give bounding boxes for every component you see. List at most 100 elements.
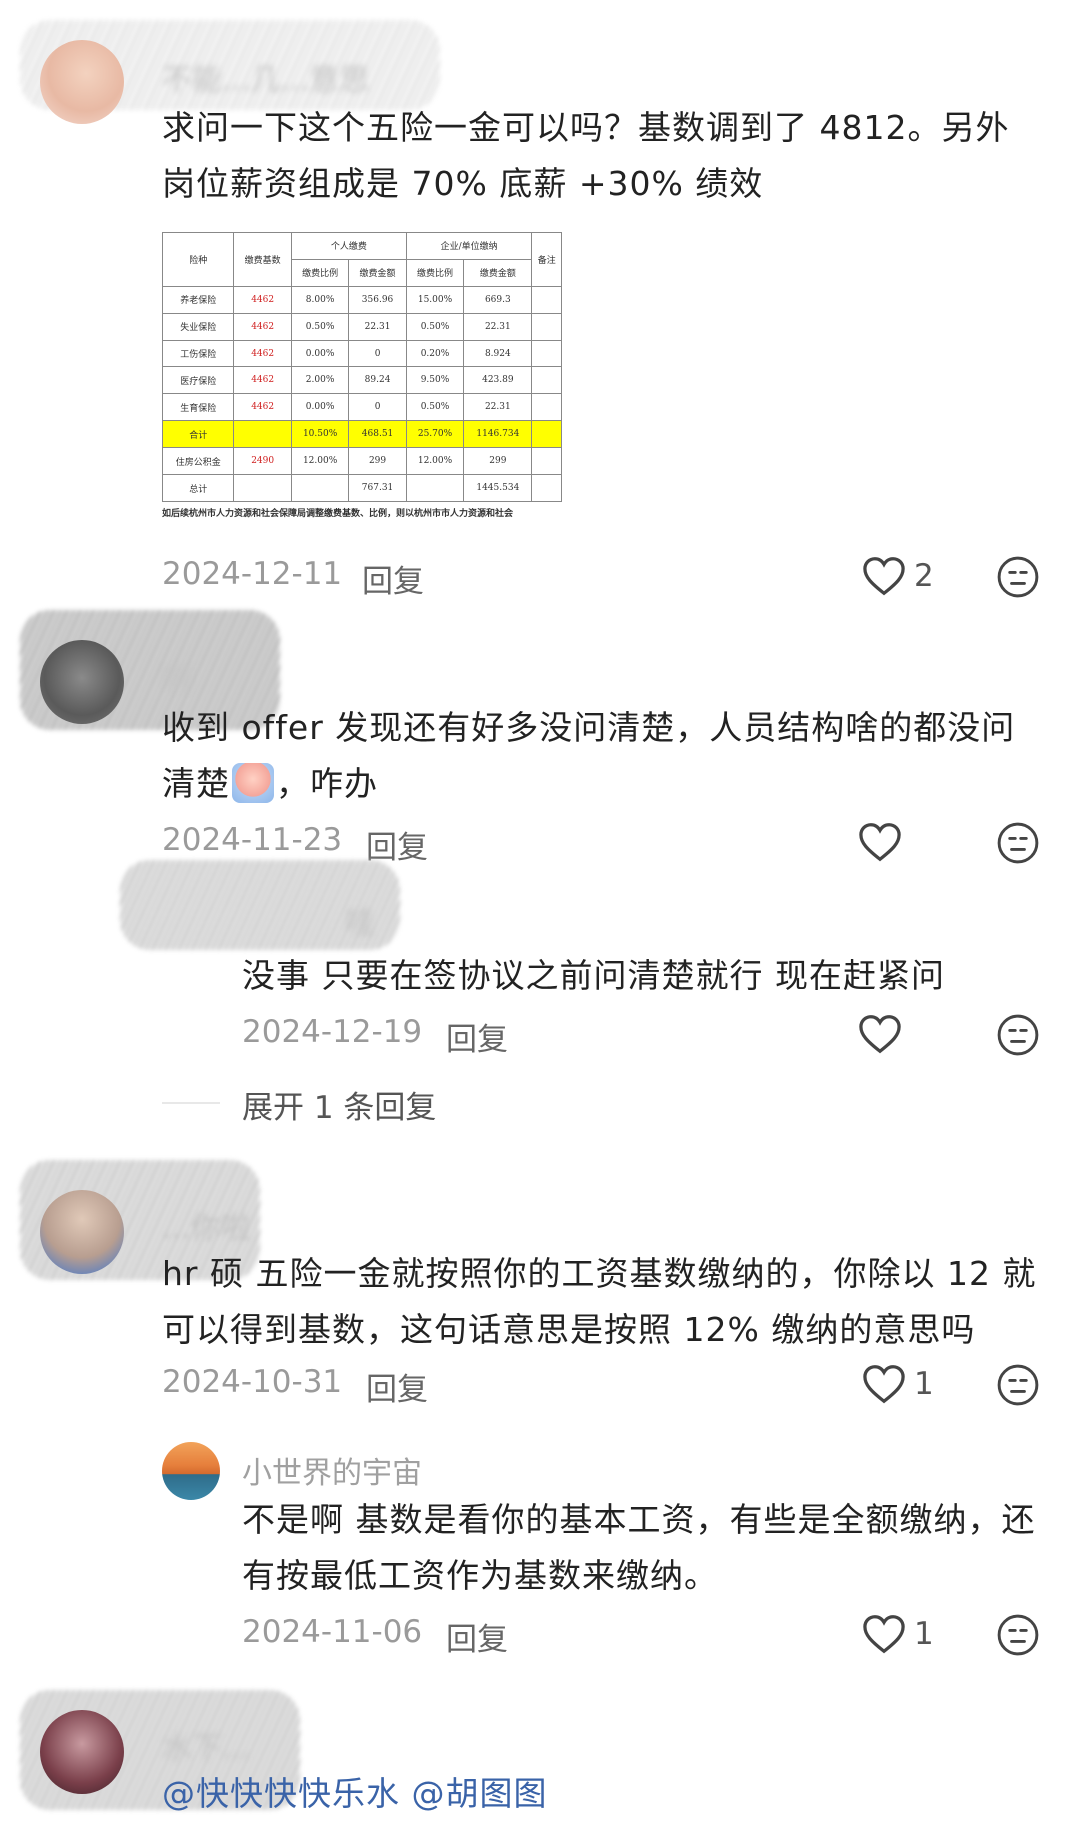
cell-type: 养老保险 [161,285,235,314]
col-ratio-header: 缴费比例 [405,258,465,287]
cell-c-ratio: 0.50% [405,312,465,341]
cell-note [531,474,562,502]
comment-text: 收到 offer 发现还有好多没问清楚，人员结构啥的都没问清楚 ，咋办 [162,700,1042,812]
cell-c-ratio: 9.50% [405,366,465,395]
cell-c-amount: 299 [463,447,533,476]
reply-button[interactable]: 回复 [446,1614,508,1659]
cell-note [531,339,562,368]
dislike-face-icon[interactable] [996,555,1040,599]
cell-p-amount: 356.96 [348,285,407,314]
reply-username[interactable]: 小世界的宇宙 [242,1448,422,1492]
dislike-face-icon[interactable] [996,1363,1040,1407]
cell-c-ratio: 0.50% [405,393,465,422]
reply-date: 2024-12-19 [242,1014,423,1050]
comment-username[interactable]: 不能...几...意思 [162,55,369,99]
cell-note [531,285,562,314]
cell-note [531,420,562,449]
like-count: 1 [914,1616,934,1652]
reply-button[interactable]: 回复 [362,556,424,601]
comment-date: 2024-12-11 [162,556,343,592]
cell-p-amount: 299 [348,447,407,476]
like-count: 2 [914,558,934,594]
cell-base: 2490 [233,447,292,476]
reply-text: 没事 只要在签协议之前问清楚就行 现在赶紧问 [242,956,945,995]
cell-c-ratio: 15.00% [405,285,465,314]
table-row: 工伤保险 4462 0.00% 0 0.20% 8.924 [161,339,562,368]
dislike-face-icon[interactable] [996,1613,1040,1657]
cell-p-amount: 767.31 [348,474,407,502]
personal-header: 个人缴费 [290,232,407,260]
cell-c-ratio: 12.00% [405,447,465,476]
col-note-header: 备注 [531,232,562,287]
cell-c-ratio: 0.20% [405,339,465,368]
cell-p-ratio: 10.50% [290,420,350,449]
cell-base [233,420,292,449]
reply-username[interactable]: 哇 [345,898,375,942]
avatar[interactable] [40,1710,124,1794]
comment-text: 求问一下这个五险一金可以吗？基数调到了 4812。另外岗位薪资组成是 70% 底… [162,108,1010,203]
cell-type: 合计 [161,420,235,449]
table-row: 失业保险 4462 0.50% 22.31 0.50% 22.31 [161,312,562,341]
cell-p-amount: 89.24 [348,366,407,395]
comment-date: 2024-10-31 [162,1364,343,1400]
cell-base: 4462 [233,285,292,314]
cell-base: 4462 [233,339,292,368]
cell-type: 失业保险 [161,312,235,341]
mention-link[interactable]: @胡图图 [412,1774,548,1813]
cell-c-amount: 22.31 [463,312,533,341]
comment-username[interactable]: ...你啦 [162,1203,251,1247]
col-ratio-header: 缴费比例 [290,258,350,287]
dislike-face-icon[interactable] [996,1013,1040,1057]
cell-base: 4462 [233,393,292,422]
heart-icon[interactable] [862,556,906,596]
heart-icon[interactable] [858,822,902,862]
comment-text: hr 硕 五险一金就按照你的工资基数缴纳的，你除以 12 就可以得到基数，这句话… [162,1254,1037,1349]
comment-username[interactable]: 水下... [162,1723,251,1767]
cell-c-amount: 22.31 [463,393,533,422]
table-row-total: 总计 767.31 1445.534 [161,474,562,502]
mention-link[interactable]: @快快快快乐水 [162,1774,400,1813]
expand-replies-button[interactable]: 展开 1 条回复 [242,1082,436,1127]
col-amount-header: 缴费金额 [463,258,533,287]
cell-p-amount: 0 [348,339,407,368]
cell-p-ratio: 12.00% [290,447,350,476]
heart-icon[interactable] [858,1014,902,1054]
like-count: 1 [914,1366,934,1402]
dislike-face-icon[interactable] [996,821,1040,865]
cell-note [531,393,562,422]
cell-p-ratio: 0.00% [290,339,350,368]
avatar[interactable] [40,640,124,724]
comment-text: @快快快快乐水 @胡图图 [162,1766,1042,1822]
cell-p-amount: 22.31 [348,312,407,341]
cell-base: 4462 [233,366,292,395]
cell-c-amount: 1445.534 [463,474,533,502]
col-type-header: 险种 [161,232,235,287]
comment-date: 2024-11-23 [162,822,343,858]
cell-base [233,474,292,502]
attached-image-table[interactable]: 险种 缴费基数 个人缴费 企业/单位缴纳 备注 缴费比例 缴费金额 缴费比例 缴… [161,232,562,522]
table-row: 生育保险 4462 0.00% 0 0.50% 22.31 [161,393,562,422]
table-footnote: 如后续杭州市人力资源和社会保障局调整缴费基数、比例，则以杭州市市人力资源和社会 [162,509,514,519]
reply-date: 2024-11-06 [242,1614,423,1650]
reply-button[interactable]: 回复 [366,1364,428,1409]
crying-emoji-icon [232,763,274,803]
avatar[interactable] [40,1190,124,1274]
table-row-subtotal: 合计 10.50% 468.51 25.70% 1146.734 [161,420,562,449]
reply-button[interactable]: 回复 [446,1014,508,1059]
insurance-table: 险种 缴费基数 个人缴费 企业/单位缴纳 备注 缴费比例 缴费金额 缴费比例 缴… [161,232,562,502]
heart-icon[interactable] [862,1364,906,1404]
table-row: 医疗保险 4462 2.00% 89.24 9.50% 423.89 [161,366,562,395]
cell-p-amount: 0 [348,393,407,422]
cell-p-ratio: 8.00% [290,285,350,314]
cell-c-amount: 1146.734 [463,420,533,449]
heart-icon[interactable] [862,1614,906,1654]
cell-type: 总计 [161,474,235,502]
cell-c-amount: 669.3 [463,285,533,314]
cell-c-ratio: 25.70% [405,420,465,449]
comment-username[interactable]: 啊 [162,655,192,699]
cell-type: 医疗保险 [161,366,235,395]
avatar[interactable] [40,40,124,124]
reply-text: 不是啊 基数是看你的基本工资，有些是全额缴纳，还有按最低工资作为基数来缴纳。 [242,1500,1036,1595]
cell-p-ratio: 0.00% [290,393,350,422]
avatar[interactable] [162,1442,220,1500]
